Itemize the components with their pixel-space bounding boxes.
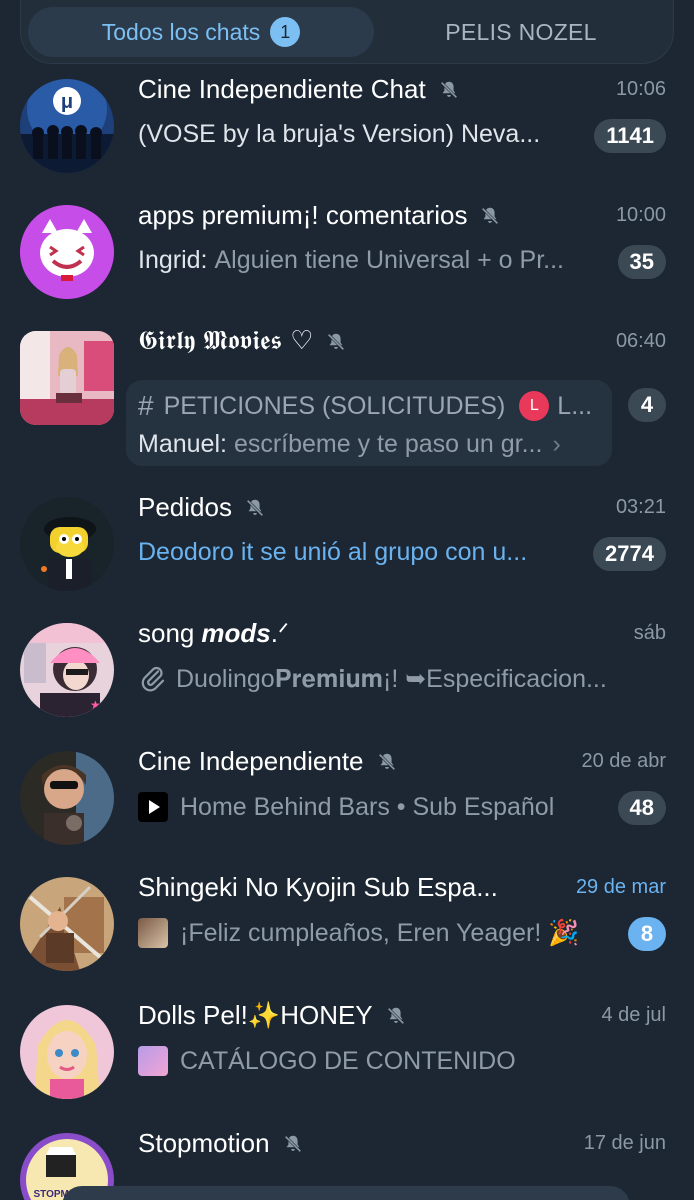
avatar [20,497,114,591]
sender-name: Manuel: [138,430,227,458]
chat-time: 06:40 [615,330,666,352]
chat-row[interactable]: ★ song mods .ᐟ sáb Duolingo 𝐏𝐫𝐞𝐦𝐢𝐮𝐦 ¡! ➥… [0,608,694,734]
message-text: escríbeme y te paso un gr... [233,430,543,458]
chat-row[interactable]: Cine Independiente 20 de abr Home Behind… [0,736,694,862]
muted-bell-icon [440,81,457,98]
chat-title: Dolls Pel!✨HONEY [138,1000,407,1031]
chat-preview: CATÁLOGO DE CONTENIDO [138,1046,608,1076]
chat-title: Cine Independiente Chat [138,74,460,105]
tab-all-chats[interactable]: Todos los chats 1 [28,7,374,57]
chat-list-screen: Todos los chats 1 PELIS NOZEL μ Cine Ind… [0,0,694,1200]
chat-time: 20 de abr [581,750,666,772]
image-thumbnail [138,1046,168,1076]
bottom-bar[interactable] [62,1186,630,1200]
chat-time: 03:21 [615,496,666,518]
unread-badge: 1141 [594,119,666,153]
chevron-right-icon: › [552,430,561,458]
chat-title-tail: .ᐟ [270,618,289,648]
tab-unread-badge: 1 [270,17,301,47]
chat-preview: Manuel: escríbeme y te paso un gr... › [138,430,604,459]
avatar: μ [20,79,114,173]
muted-bell-icon [482,207,499,224]
chat-title-text: Dolls Pel!✨HONEY [138,1000,373,1030]
topic-line: # PETICIONES (SOLICITUDES) L L... [138,390,608,422]
avatar [20,205,114,299]
message-text-b: 𝐏𝐫𝐞𝐦𝐢𝐮𝐦 [274,664,384,693]
svg-text:μ: μ [61,91,73,113]
avatar [20,1005,114,1099]
message-text-c: ¡! ➥Especificacion... [383,665,607,693]
chat-title: Cine Independiente [138,746,398,777]
chat-title: apps premium¡! comentarios [138,200,501,231]
avatar [20,877,114,971]
chat-time: 10:06 [615,78,666,100]
avatar [20,751,114,845]
chat-preview: Duolingo 𝐏𝐫𝐞𝐦𝐢𝐮𝐦 ¡! ➥Especificacion... [138,664,658,694]
svg-text:★: ★ [90,698,101,712]
chat-time: 10:00 [615,204,666,226]
chat-title-text: apps premium¡! comentarios [138,200,468,230]
chat-time: 4 de jul [601,1004,667,1026]
chat-row[interactable]: Shingeki No Kyojin Sub Espa... 29 de mar… [0,862,694,988]
avatar: ★ [20,623,114,717]
chat-preview: ¡Feliz cumpleaños, Eren Yeager! 🎉 [138,918,608,948]
tab-pelis-nozel-label: PELIS NOZEL [445,18,597,45]
unread-badge: 8 [628,917,666,951]
muted-bell-icon [284,1135,301,1152]
chat-title-text: song [138,618,195,648]
paperclip-icon [141,666,165,692]
unread-badge: 48 [617,791,666,825]
sender-name: Ingrid: [138,246,208,274]
message-text: Alguien tiene Universal + o Pr... [214,246,564,274]
muted-bell-icon [378,753,395,770]
image-thumbnail [138,918,168,948]
chat-title-text: Pedidos [138,492,232,522]
muted-bell-icon [246,499,264,516]
chat-title-bold: mods [201,618,271,648]
avatar [20,331,114,425]
unread-badge: 2774 [593,537,666,571]
chat-title: 𝕲𝖎𝖗𝖑𝖞 𝕸𝖔𝖛𝖎𝖊𝖘 ♡ [138,326,347,357]
chat-row[interactable]: apps premium¡! comentarios 10:00 Ingrid:… [0,190,694,316]
chat-time: 29 de mar [575,876,666,898]
chat-row[interactable]: μ Cine Independiente Chat 10:06 (VOSE by… [0,64,694,190]
topic-more: L... [557,391,593,420]
muted-bell-icon [387,1007,404,1024]
chat-row[interactable]: Dolls Pel!✨HONEY 4 de jul CATÁLOGO DE CO… [0,990,694,1116]
chat-time: 17 de jun [583,1132,666,1154]
tab-all-chats-label: Todos los chats [101,18,261,45]
topic-tag-icon: L [519,391,550,421]
hash-icon: # [138,390,154,421]
chat-title: Pedidos [138,492,266,523]
topic-name: PETICIONES (SOLICITUDES) [163,391,506,420]
chat-title: Shingeki No Kyojin Sub Espa... [138,872,498,903]
chat-title-text: Shingeki No Kyojin Sub Espa... [138,872,498,902]
play-icon [138,792,168,822]
unread-badge: 35 [617,245,666,279]
chat-preview: Deodoro it se unió al grupo con u... [138,538,528,566]
folder-tabs: Todos los chats 1 PELIS NOZEL [20,0,674,64]
message-text: ¡Feliz cumpleaños, Eren Yeager! 🎉 [180,918,580,947]
chat-row[interactable]: Pedidos 03:21 Deodoro it se unió al grup… [0,482,694,608]
message-text: Home Behind Bars • Sub Español [180,792,555,821]
chat-title-text: 𝕲𝖎𝖗𝖑𝖞 𝕸𝖔𝖛𝖎𝖊𝖘 ♡ [138,326,314,356]
unread-badge: 4 [628,388,666,422]
message-text: CATÁLOGO DE CONTENIDO [180,1046,516,1075]
chat-row[interactable]: 𝕲𝖎𝖗𝖑𝖞 𝕸𝖔𝖛𝖎𝖊𝖘 ♡ 06:40 # PETICIONES (SOLIC… [0,316,694,486]
message-text-a: Duolingo [176,664,275,693]
chat-title: song mods .ᐟ [138,618,289,649]
chat-time: sáb [633,622,666,644]
chat-preview: (VOSE by la bruja's Version) Neva... [138,120,541,148]
chat-title-text: Stopmotion [138,1128,270,1158]
muted-bell-icon [328,333,345,350]
chat-title-text: Cine Independiente [138,746,364,776]
chat-title: Stopmotion [138,1128,304,1159]
chat-preview: Ingrid: Alguien tiene Universal + o Pr..… [138,246,600,275]
chat-title-text: Cine Independiente Chat [138,74,426,104]
chat-preview: Home Behind Bars • Sub Español [138,792,598,822]
tab-pelis-nozel[interactable]: PELIS NOZEL [374,7,668,57]
